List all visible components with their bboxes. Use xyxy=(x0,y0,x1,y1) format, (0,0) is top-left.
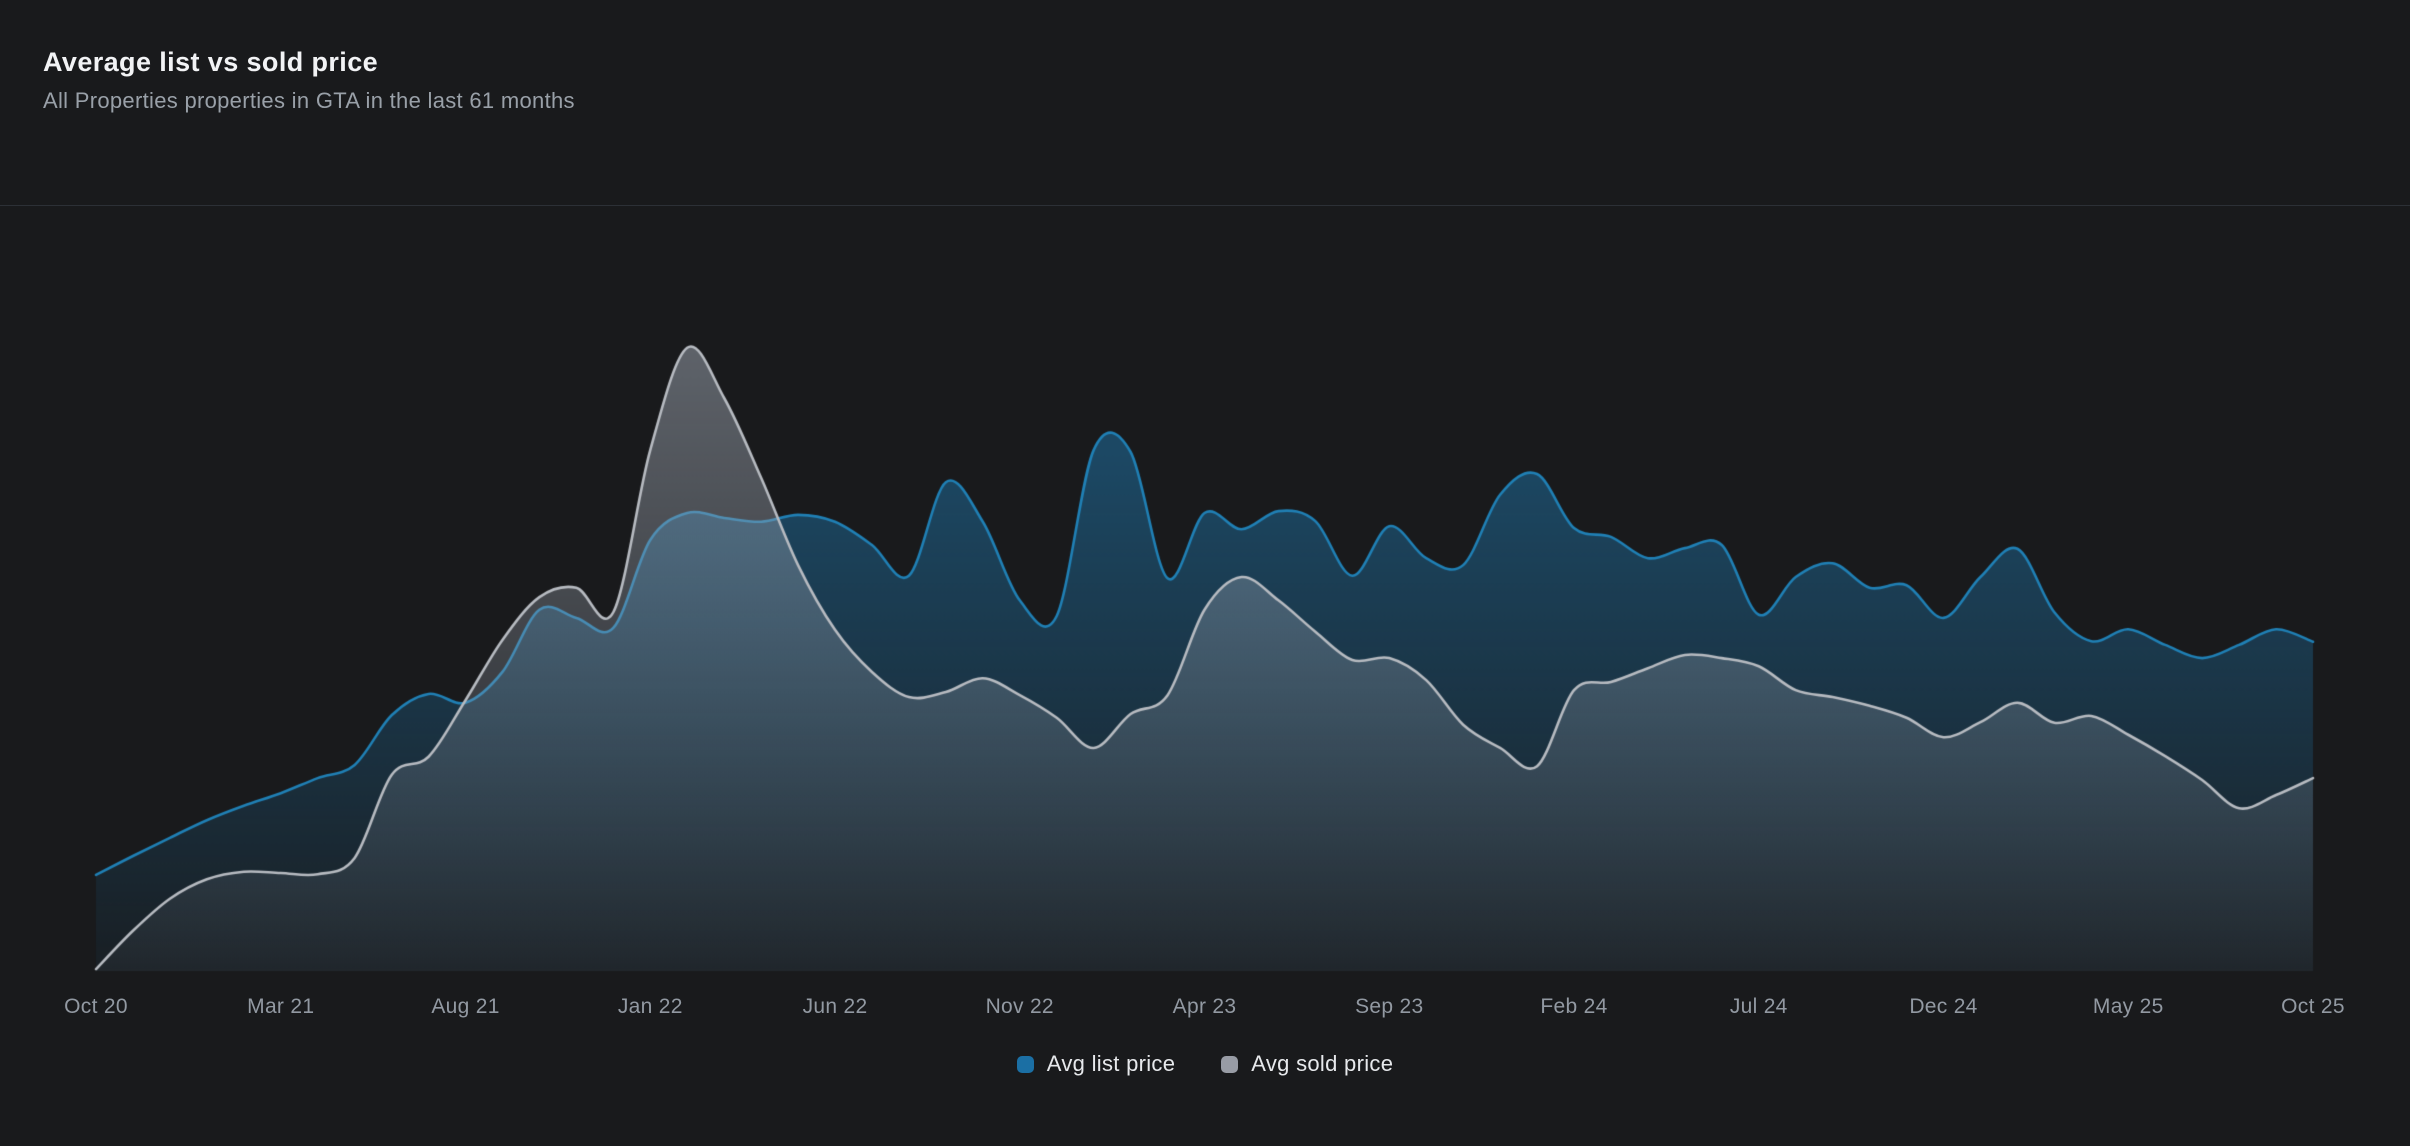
legend-swatch-avg-list-price xyxy=(1017,1056,1034,1073)
chart-header: Average list vs sold price All Propertie… xyxy=(0,0,2410,206)
chart-subtitle: All Properties properties in GTA in the … xyxy=(43,88,2410,114)
chart-legend: Avg list price Avg sold price xyxy=(0,1051,2410,1077)
chart-title: Average list vs sold price xyxy=(43,46,2410,78)
legend-item-avg-sold-price[interactable]: Avg sold price xyxy=(1221,1051,1393,1077)
legend-swatch-avg-sold-price xyxy=(1221,1056,1238,1073)
legend-label-avg-list-price: Avg list price xyxy=(1047,1051,1176,1077)
legend-label-avg-sold-price: Avg sold price xyxy=(1251,1051,1393,1077)
chart-card: Average list vs sold price All Propertie… xyxy=(0,0,2410,1146)
area-chart-plot[interactable] xyxy=(0,207,2410,1146)
legend-item-avg-list-price[interactable]: Avg list price xyxy=(1017,1051,1176,1077)
